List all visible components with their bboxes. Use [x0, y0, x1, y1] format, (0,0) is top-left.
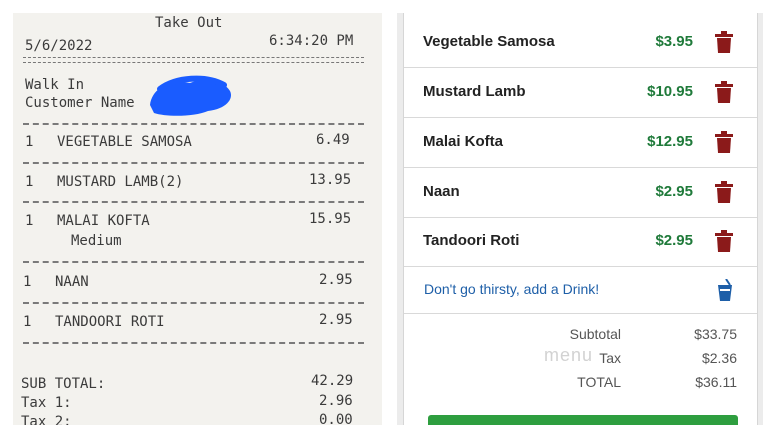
drink-cup-icon[interactable]: [717, 279, 733, 301]
receipt-customer-label: Customer Name: [25, 95, 135, 111]
checkout-button[interactable]: [428, 415, 738, 425]
receipt-divider: [23, 57, 364, 63]
cart-item-name: Vegetable Samosa: [423, 33, 555, 50]
cart-item-row: Naan $2.95: [404, 168, 757, 218]
trash-icon[interactable]: [715, 31, 733, 53]
cart-item-price: $2.95: [655, 232, 693, 249]
receipt-item-qty: 1: [23, 274, 32, 290]
cart-item-row: Tandoori Roti $2.95: [404, 217, 757, 267]
receipt-divider: [23, 123, 364, 125]
cart-item-price: $2.95: [655, 183, 693, 200]
receipt-item-qty: 1: [25, 213, 34, 229]
trash-icon[interactable]: [715, 81, 733, 103]
cart-item-price: $10.95: [647, 83, 693, 100]
receipt-divider: [23, 162, 364, 164]
receipt-item-price: 2.95: [319, 272, 353, 288]
receipt-subtotal-label: SUB TOTAL:: [21, 376, 106, 392]
trash-icon[interactable]: [715, 230, 733, 252]
paper-receipt: Take Out 5/6/2022 6:34:20 PM Walk In Cus…: [13, 13, 382, 425]
cart-item-row: Vegetable Samosa $3.95: [404, 18, 757, 68]
cart-item-name: Malai Kofta: [423, 133, 504, 150]
receipt-tax1-label: Tax 1:: [21, 395, 72, 411]
cart-item-row: Mustard Lamb $10.95: [404, 68, 757, 118]
receipt-tax2-label: Tax 2:: [21, 414, 72, 425]
cart-item-name: Mustard Lamb: [423, 83, 526, 100]
receipt-divider: [23, 201, 364, 203]
receipt-tax2-value: 0.00: [319, 412, 353, 425]
cart-item-name: Tandoori Roti: [423, 232, 520, 249]
receipt-walk-in: Walk In: [25, 77, 85, 93]
receipt-header: Take Out: [155, 15, 223, 31]
tax-label: Tax: [599, 350, 621, 366]
trash-icon[interactable]: [715, 131, 733, 153]
cart-item-row: Malai Kofta $12.95: [404, 118, 757, 168]
cart-item-price: $12.95: [647, 133, 693, 150]
receipt-item-price: 6.49: [316, 132, 350, 148]
cart-item-name: Naan: [423, 183, 460, 200]
receipt-item-qty: 1: [25, 174, 34, 190]
cart-item-price: $3.95: [655, 33, 693, 50]
cart-panel: Vegetable Samosa $3.95 Mustard Lamb $10.…: [403, 13, 758, 425]
receipt-time: 6:34:20 PM: [269, 33, 354, 49]
receipt-item-qty: 1: [25, 134, 34, 150]
watermark: menu: [544, 345, 594, 365]
total-label: TOTAL: [577, 374, 621, 390]
tax-value: $2.36: [701, 350, 737, 366]
receipt-divider: [23, 342, 364, 344]
redaction-scribble: [150, 75, 232, 116]
receipt-tax1-value: 2.96: [319, 393, 353, 409]
add-drink-text[interactable]: Don't go thirsty, add a Drink!: [424, 281, 599, 297]
receipt-divider: [23, 261, 364, 263]
order-cart-screen: Vegetable Samosa $3.95 Mustard Lamb $10.…: [397, 13, 763, 425]
receipt-subtotal-value: 42.29: [311, 373, 354, 389]
receipt-item-name: MALAI KOFTA: [57, 213, 150, 229]
receipt-item-price: 15.95: [309, 211, 352, 227]
receipt-item-name: VEGETABLE SAMOSA: [57, 134, 192, 150]
receipt-divider: [23, 302, 364, 304]
receipt-date: 5/6/2022: [25, 38, 93, 54]
add-drink-link[interactable]: Don't go thirsty, add a Drink!: [404, 265, 757, 314]
subtotal-label: Subtotal: [569, 326, 621, 342]
receipt-item-qty: 1: [23, 314, 32, 330]
receipt-item-name: TANDOORI ROTI: [55, 314, 165, 330]
receipt-item-price: 13.95: [309, 172, 352, 188]
total-value: $36.11: [695, 374, 737, 390]
subtotal-value: $33.75: [694, 326, 737, 342]
trash-icon[interactable]: [715, 181, 733, 203]
receipt-item-price: 2.95: [319, 312, 353, 328]
receipt-item-modifier: Medium: [71, 233, 122, 249]
receipt-item-name: MUSTARD LAMB(2): [57, 174, 184, 190]
receipt-item-name: NAAN: [55, 274, 89, 290]
